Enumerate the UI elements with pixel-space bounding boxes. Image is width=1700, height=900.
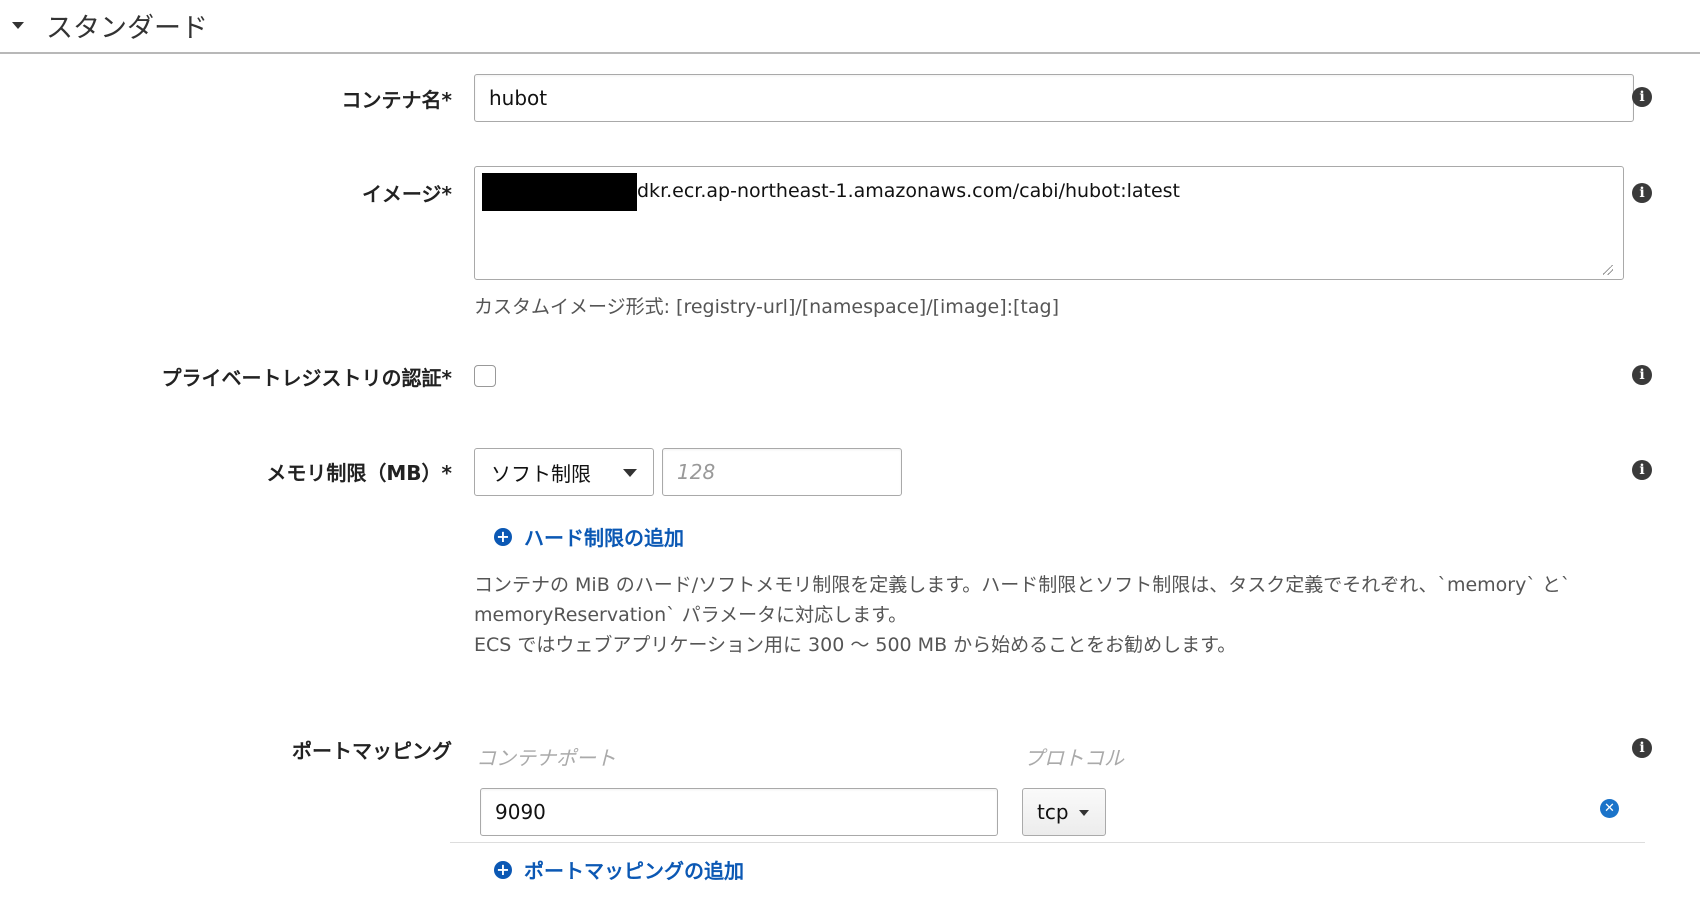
remove-port-mapping-icon[interactable]: ✕ <box>1600 799 1619 818</box>
section-title: スタンダード <box>46 13 208 44</box>
info-icon[interactable]: i <box>1632 183 1652 203</box>
image-format-hint: カスタムイメージ形式: [registry-url]/[namespace]/[… <box>474 296 1060 318</box>
container-port-value: 9090 <box>495 800 546 824</box>
plus-circle-icon: + <box>494 860 512 879</box>
add-port-mapping-link[interactable]: + ポートマッピングの追加 <box>494 855 744 884</box>
image-value: dkr.ecr.ap-northeast-1.amazonaws.com/cab… <box>637 180 1181 202</box>
container-port-column-header: コンテナポート <box>476 746 616 770</box>
protocol-value: tcp <box>1037 800 1069 824</box>
container-name-label: コンテナ名* <box>341 88 452 112</box>
container-name-input[interactable]: hubot <box>474 74 1634 122</box>
plus-circle-icon: + <box>494 527 512 546</box>
info-icon[interactable]: i <box>1632 87 1652 107</box>
memory-help-line-3: ECS ではウェブアプリケーション用に 300 〜 500 MB から始めること… <box>474 634 1237 656</box>
memory-limit-type-value: ソフト制限 <box>491 461 591 486</box>
resize-handle[interactable] <box>1603 265 1613 275</box>
memory-help-line-1: コンテナの MiB のハード/ソフトメモリ制限を定義します。ハード制限とソフト制… <box>474 574 1571 596</box>
protocol-select[interactable]: tcp <box>1022 788 1106 836</box>
memory-help-line-2: memoryReservation` パラメータに対応します。 <box>474 604 908 626</box>
private-registry-label: プライベートレジストリの認証* <box>161 366 452 390</box>
chevron-down-icon <box>1079 810 1089 816</box>
info-icon[interactable]: i <box>1632 738 1652 758</box>
image-label: イメージ* <box>361 182 452 206</box>
row-divider <box>450 842 1645 843</box>
chevron-down-icon <box>623 469 637 477</box>
memory-limit-label: メモリ制限（MB）* <box>266 461 452 485</box>
info-icon[interactable]: i <box>1632 365 1652 385</box>
caret-down-icon[interactable] <box>12 22 24 29</box>
protocol-column-header: プロトコル <box>1024 746 1124 770</box>
add-port-mapping-label: ポートマッピングの追加 <box>524 859 744 883</box>
add-hard-limit-label: ハード制限の追加 <box>524 526 684 550</box>
add-hard-limit-link[interactable]: + ハード制限の追加 <box>494 522 684 551</box>
private-registry-checkbox[interactable] <box>474 365 496 387</box>
memory-limit-input[interactable]: 128 <box>662 448 902 496</box>
section-header[interactable]: スタンダード <box>0 0 1700 54</box>
redacted-account-id <box>482 173 637 211</box>
info-icon[interactable]: i <box>1632 460 1652 480</box>
container-port-input[interactable]: 9090 <box>480 788 998 836</box>
memory-limit-type-select[interactable]: ソフト制限 <box>474 448 654 496</box>
container-name-value: hubot <box>489 86 548 110</box>
port-mapping-label: ポートマッピング <box>292 739 452 763</box>
memory-limit-placeholder: 128 <box>677 460 716 484</box>
